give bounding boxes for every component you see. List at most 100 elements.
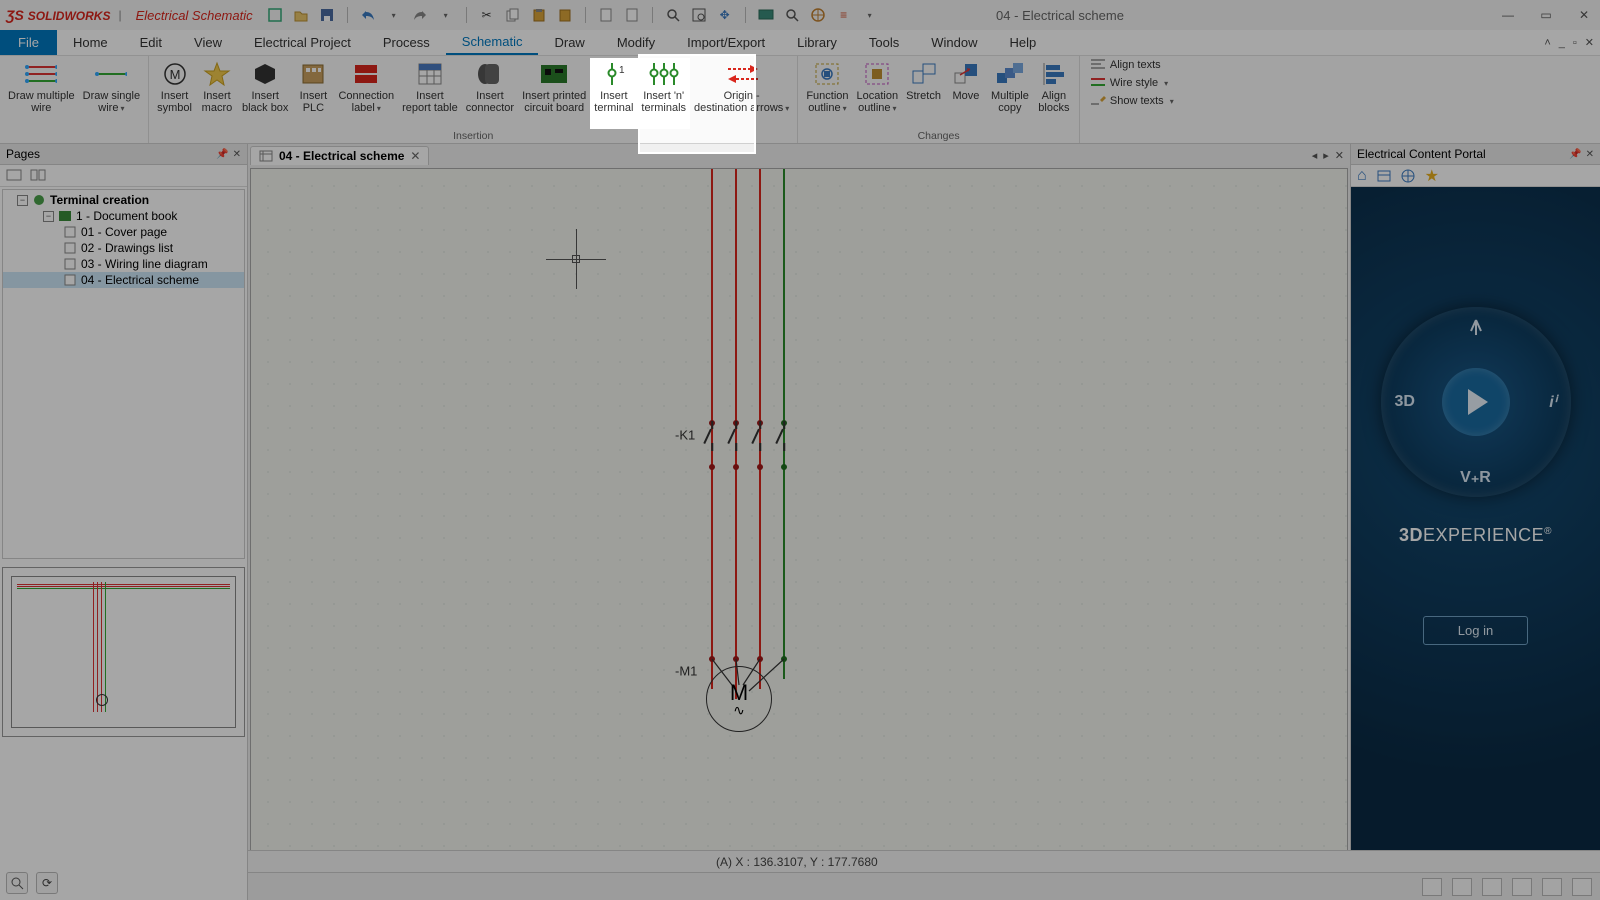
qat-pan-icon[interactable]: ✥	[717, 7, 733, 23]
draw-single-wire-button[interactable]: Draw single wire▾	[79, 58, 144, 129]
doc-nav-prev-icon[interactable]: ◂	[1312, 149, 1318, 162]
pages-view1-icon[interactable]	[6, 169, 22, 183]
view-tree-icon[interactable]	[1542, 878, 1562, 896]
tab-draw[interactable]: Draw	[538, 30, 600, 55]
qat-cut-icon[interactable]: ✂	[479, 7, 495, 23]
qat-save-icon[interactable]	[319, 7, 335, 23]
tree-item-cover[interactable]: 01 - Cover page	[3, 224, 244, 240]
portal-play-button[interactable]	[1442, 368, 1510, 436]
portal-login-button[interactable]: Log in	[1423, 616, 1528, 645]
tab-home[interactable]: Home	[57, 30, 124, 55]
tab-process[interactable]: Process	[367, 30, 446, 55]
mdi-close-icon[interactable]: ✕	[1585, 36, 1594, 49]
insert-plc-button[interactable]: Insert PLC	[292, 58, 334, 129]
qat-paste-icon[interactable]	[531, 7, 547, 23]
window-close-icon[interactable]: ✕	[1574, 8, 1594, 22]
tab-library[interactable]: Library	[781, 30, 853, 55]
view-list-icon[interactable]	[1512, 878, 1532, 896]
insert-macro-button[interactable]: Insert macro	[196, 58, 238, 129]
tree-item-scheme[interactable]: 04 - Electrical scheme	[3, 272, 244, 288]
align-texts-button[interactable]: Align texts	[1090, 58, 1174, 72]
window-maximize-icon[interactable]: ▭	[1536, 8, 1556, 22]
pages-refresh-button[interactable]: ⟳	[36, 872, 58, 894]
qat-zoomfit-icon[interactable]	[665, 7, 681, 23]
tab-edit[interactable]: Edit	[124, 30, 178, 55]
portal-list-icon[interactable]	[1377, 170, 1391, 182]
stretch-button[interactable]: Stretch	[902, 58, 945, 129]
location-outline-button[interactable]: Location outline▾	[853, 58, 903, 129]
tree-item-drawings[interactable]: 02 - Drawings list	[3, 240, 244, 256]
tree-root[interactable]: −Terminal creation	[3, 192, 244, 208]
schematic-canvas[interactable]: -K1 -M1 M ∿	[250, 168, 1348, 898]
qat-undo-icon[interactable]	[360, 7, 376, 23]
insert-n-terminals-button[interactable]: Insert 'n' terminals	[637, 58, 690, 129]
connection-label-button[interactable]: Connection label▾	[334, 58, 398, 129]
function-outline-button[interactable]: Function outline▾	[802, 58, 852, 129]
qat-doc2-icon[interactable]	[624, 7, 640, 23]
move-button[interactable]: Move	[945, 58, 987, 129]
qat-doc1-icon[interactable]	[598, 7, 614, 23]
qat-copy-icon[interactable]	[505, 7, 521, 23]
view-page-icon[interactable]	[1452, 878, 1472, 896]
qat-zoomwin-icon[interactable]	[691, 7, 707, 23]
view-cursor-icon[interactable]	[1482, 878, 1502, 896]
pages-view2-icon[interactable]	[30, 169, 46, 183]
tree-item-wiring[interactable]: 03 - Wiring line diagram	[3, 256, 244, 272]
tab-help[interactable]: Help	[994, 30, 1053, 55]
view-user-icon[interactable]	[1572, 878, 1592, 896]
qat-new-icon[interactable]	[267, 7, 283, 23]
qat-open-icon[interactable]	[293, 7, 309, 23]
portal-home-icon[interactable]: ⌂	[1357, 167, 1367, 185]
portal-star-icon[interactable]: ★	[1425, 166, 1439, 186]
compass-north-icon[interactable]	[1465, 317, 1487, 339]
pages-pin-icon[interactable]: 📌	[216, 149, 228, 160]
doc-nav-close-icon[interactable]: ✕	[1335, 149, 1344, 162]
compass-west-label[interactable]: 3D	[1395, 393, 1415, 411]
insert-terminal-button[interactable]: 1 Insert terminal	[590, 58, 637, 129]
tree-book[interactable]: −1 - Document book	[3, 208, 244, 224]
tab-view[interactable]: View	[178, 30, 238, 55]
insert-connector-button[interactable]: Insert connector	[462, 58, 518, 129]
mdi-minimize-icon[interactable]: _	[1559, 37, 1565, 49]
tab-window[interactable]: Window	[915, 30, 993, 55]
page-thumbnail[interactable]	[2, 567, 245, 737]
tab-electrical-project[interactable]: Electrical Project	[238, 30, 367, 55]
ribbon-collapse-icon[interactable]: ˄	[1544, 37, 1550, 49]
portal-globe-icon[interactable]	[1401, 169, 1415, 183]
doc-tab-close-icon[interactable]: ✕	[410, 149, 420, 163]
show-texts-button[interactable]: Show texts▾	[1090, 94, 1174, 108]
compass-east-label[interactable]: iⁱ	[1549, 392, 1556, 412]
mdi-restore-icon[interactable]: ▫	[1573, 37, 1577, 49]
portal-close-icon[interactable]: ✕	[1586, 149, 1594, 160]
qat-list-dd-icon[interactable]: ▾	[862, 7, 878, 23]
qat-list-icon[interactable]: ≡	[836, 7, 852, 23]
qat-search-icon[interactable]	[784, 7, 800, 23]
portal-pin-icon[interactable]: 📌	[1569, 149, 1581, 160]
align-blocks-button[interactable]: Align blocks	[1033, 58, 1075, 129]
insert-pcb-button[interactable]: Insert printed circuit board	[518, 58, 590, 129]
view-grid-icon[interactable]	[1422, 878, 1442, 896]
qat-redo-icon[interactable]	[412, 7, 428, 23]
pages-zoomfit-button[interactable]	[6, 872, 28, 894]
doc-tab-scheme[interactable]: 04 - Electrical scheme ✕	[250, 146, 429, 165]
qat-redo-dd-icon[interactable]: ▾	[438, 7, 454, 23]
wire-style-button[interactable]: Wire style▾	[1090, 76, 1174, 90]
tab-file[interactable]: File	[0, 30, 57, 55]
qat-paste2-icon[interactable]	[557, 7, 573, 23]
insert-symbol-button[interactable]: M Insert symbol	[153, 58, 196, 129]
tab-modify[interactable]: Modify	[601, 30, 671, 55]
qat-screen-icon[interactable]	[758, 7, 774, 23]
tab-import-export[interactable]: Import/Export	[671, 30, 781, 55]
window-minimize-icon[interactable]: —	[1498, 8, 1518, 22]
pages-close-icon[interactable]: ✕	[233, 149, 241, 160]
tab-schematic[interactable]: Schematic	[446, 30, 539, 55]
doc-nav-next-icon[interactable]: ▸	[1323, 149, 1329, 162]
tab-tools[interactable]: Tools	[853, 30, 915, 55]
insert-black-box-button[interactable]: Insert black box	[238, 58, 292, 129]
insert-report-table-button[interactable]: Insert report table	[398, 58, 462, 129]
draw-multiple-wire-button[interactable]: Draw multiple wire	[4, 58, 79, 129]
qat-globe-icon[interactable]	[810, 7, 826, 23]
qat-undo-dd-icon[interactable]: ▾	[386, 7, 402, 23]
multiple-copy-button[interactable]: Multiple copy	[987, 58, 1033, 129]
compass-south-label[interactable]: V₊R	[1460, 467, 1491, 487]
